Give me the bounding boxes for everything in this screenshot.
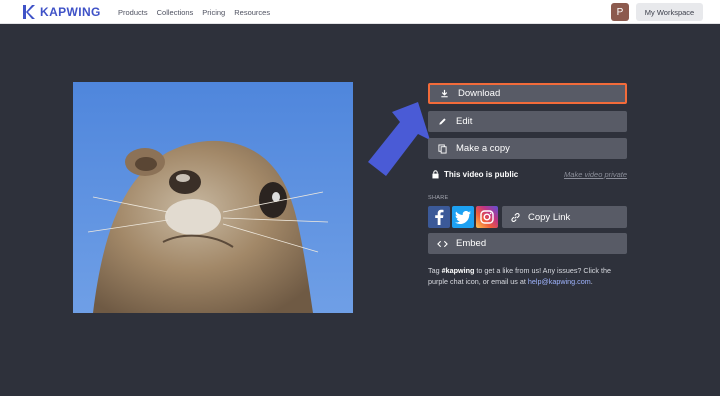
nav-collections[interactable]: Collections [157,8,194,17]
video-preview[interactable] [73,82,353,313]
nav-products[interactable]: Products [118,8,148,17]
help-text-prefix: Tag [428,266,442,275]
make-a-copy-button[interactable]: Make a copy [428,138,627,159]
lock-icon [428,169,442,179]
share-heading: SHARE [428,195,449,201]
embed-button[interactable]: Embed [428,233,627,254]
edit-button[interactable]: Edit [428,111,627,132]
link-icon [502,212,528,223]
pointer-arrow-graphic [368,102,430,176]
my-workspace-button[interactable]: My Workspace [636,3,703,21]
copy-icon [428,144,456,154]
download-label: Download [458,88,501,99]
facebook-icon [435,209,444,225]
embed-label: Embed [456,238,487,249]
download-button[interactable]: Download [428,83,627,104]
make-private-link[interactable]: Make video private [564,170,627,179]
support-email-link[interactable]: help@kapwing.com [528,277,591,286]
main-nav: Products Collections Pricing Resources [118,0,279,24]
help-text-suffix: . [590,277,593,286]
brand-name: KAPWING [40,5,101,19]
twitter-icon [455,210,471,224]
nav-resources[interactable]: Resources [234,8,270,17]
top-navigation-bar: KAPWING Products Collections Pricing Res… [0,0,720,24]
user-avatar[interactable]: P [611,3,629,21]
copy-link-label: Copy Link [528,211,571,223]
twitter-share-button[interactable] [452,206,474,228]
edit-label: Edit [456,116,473,127]
kapwing-logo-icon [23,5,35,19]
help-text: Tag #kapwing to get a like from us! Any … [428,265,628,287]
download-icon [430,89,458,98]
prairie-dog-image [73,82,353,313]
facebook-share-button[interactable] [428,206,450,228]
instagram-icon [480,210,494,224]
pencil-icon [428,117,456,126]
copy-link-button[interactable]: Copy Link [502,206,627,228]
visibility-status: This video is public [444,169,519,179]
code-icon [428,240,456,248]
visibility-row: This video is public Make video private [428,167,627,181]
make-a-copy-label: Make a copy [456,143,510,154]
nav-pricing[interactable]: Pricing [202,8,225,17]
instagram-share-button[interactable] [476,206,498,228]
hashtag: #kapwing [441,266,475,275]
kapwing-logo[interactable]: KAPWING [23,4,101,20]
